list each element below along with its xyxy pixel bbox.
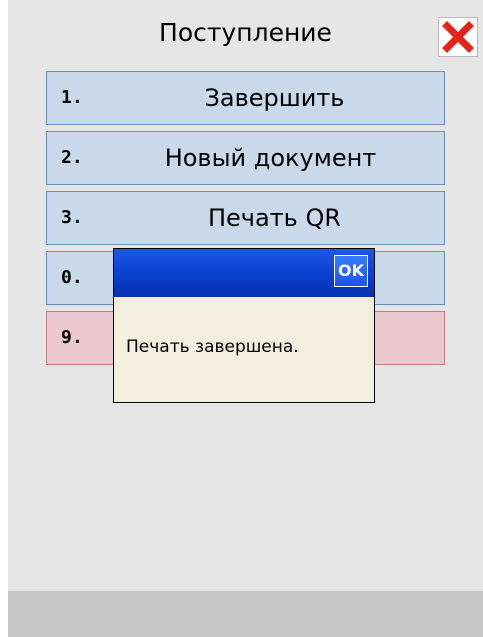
menu-label: Завершить <box>204 84 345 112</box>
bottom-bar <box>8 591 483 637</box>
dialog-message: Печать завершена. <box>126 337 299 357</box>
menu-button-print-qr[interactable]: 3. Печать QR <box>46 191 445 245</box>
menu-number: 3. <box>61 207 83 228</box>
message-dialog: OK Печать завершена. <box>113 248 375 403</box>
menu-number: 0. <box>61 267 83 288</box>
menu-label: Печать QR <box>207 204 342 232</box>
close-button[interactable] <box>438 17 478 57</box>
menu-button-new-document[interactable]: 2. Новый документ <box>46 131 445 185</box>
close-icon <box>442 21 474 53</box>
header: Поступление <box>8 0 483 66</box>
menu-label: Новый документ <box>164 144 377 172</box>
menu-number: 2. <box>61 147 83 168</box>
page-title: Поступление <box>159 18 332 47</box>
menu-number: 9. <box>61 327 83 348</box>
app-screen: Поступление 1. Завершить 2. Новый докуме… <box>8 0 483 637</box>
dialog-titlebar: OK <box>114 249 374 297</box>
menu-button-finish[interactable]: 1. Завершить <box>46 71 445 125</box>
menu-number: 1. <box>61 87 83 108</box>
ok-button[interactable]: OK <box>334 255 368 287</box>
